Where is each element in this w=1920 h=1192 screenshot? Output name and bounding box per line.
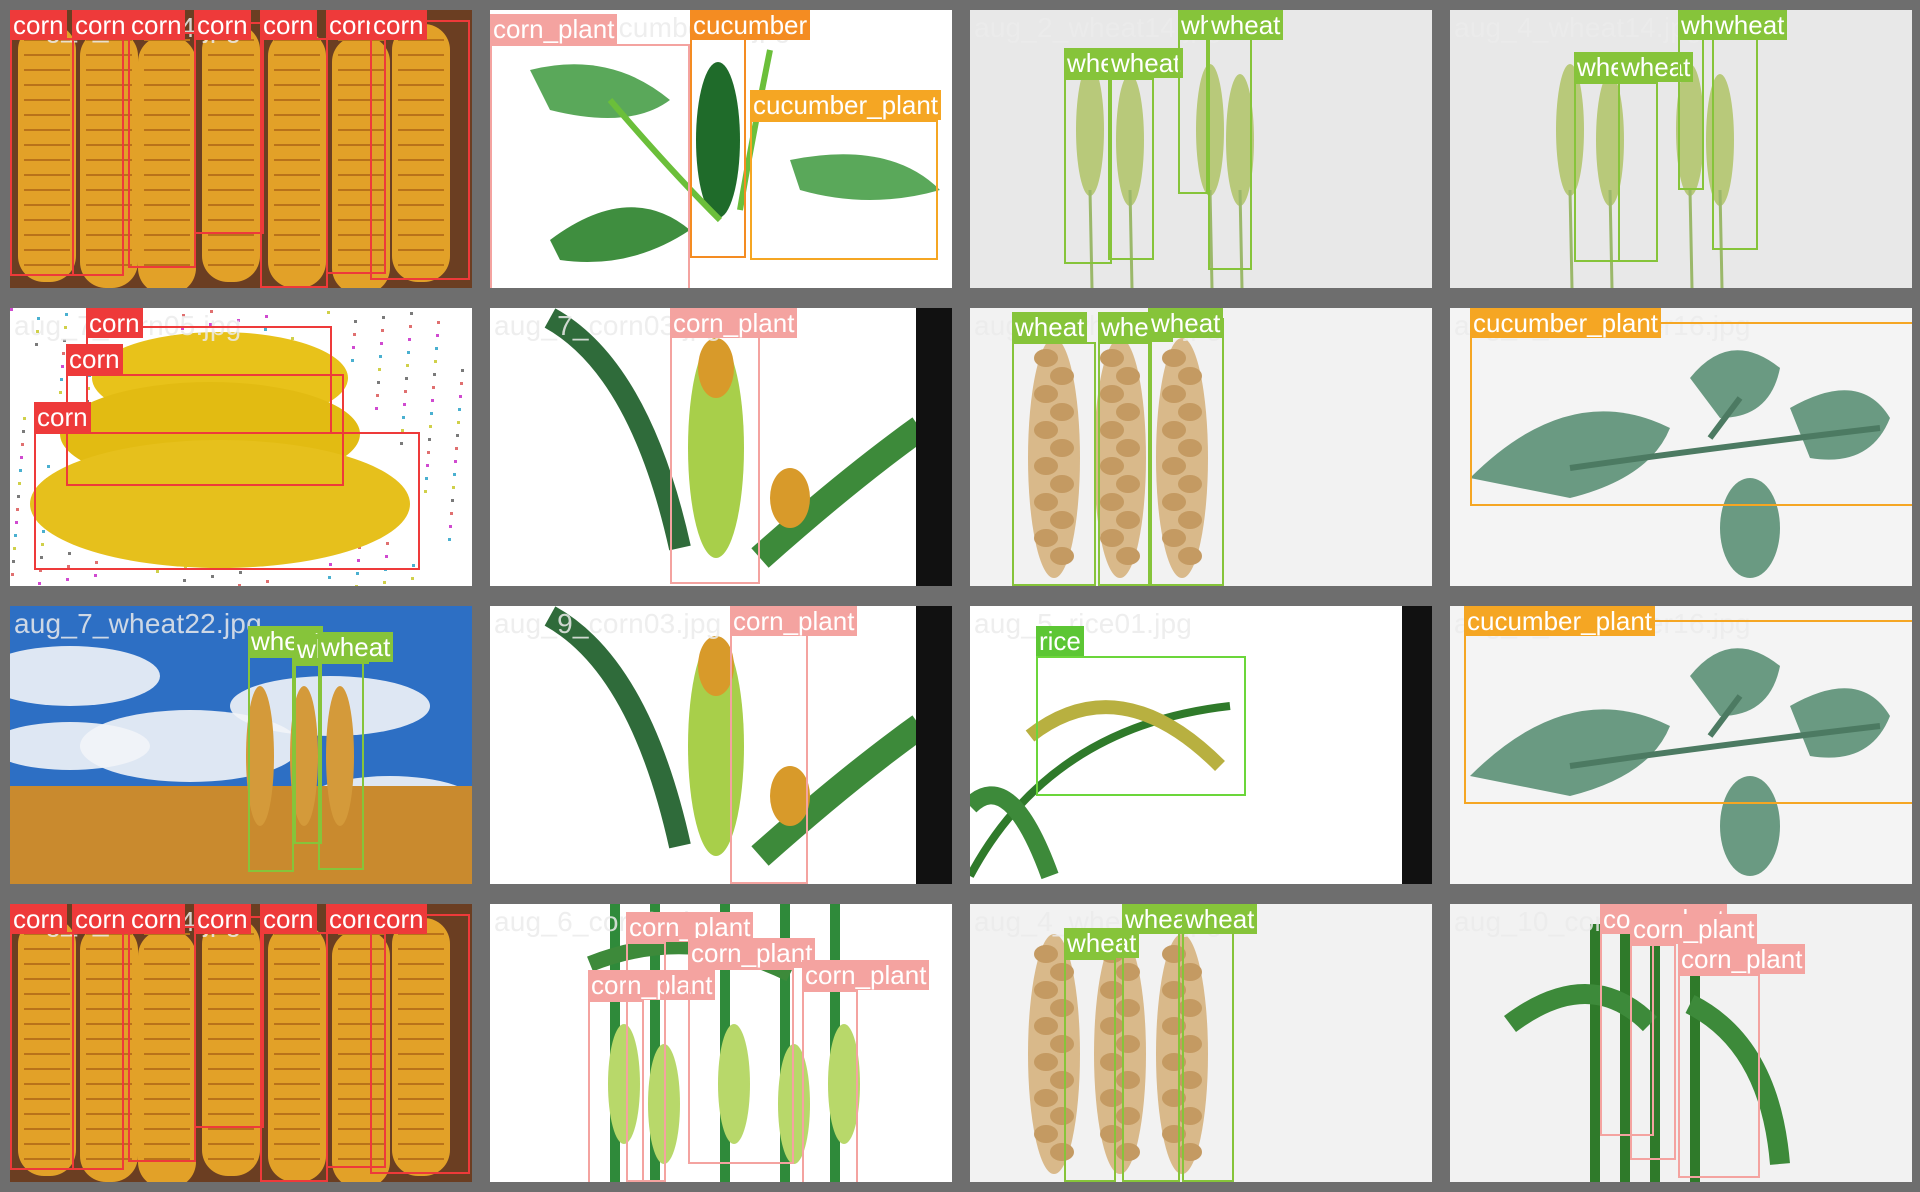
- detection-label: corn: [72, 10, 129, 40]
- detection-label: corn: [128, 10, 185, 40]
- mosaic-tile: aug_9_cucumber03.jpg corn_plant cucumber cu…: [490, 10, 952, 288]
- mosaic-tile: aug_10_corn01.jpgcorn_plantcorn_plantcor…: [1450, 904, 1912, 1182]
- detection-label: corn: [128, 904, 185, 934]
- detection-box: [1464, 620, 1912, 804]
- detection-box: [1012, 342, 1096, 586]
- detection-box: [1108, 78, 1154, 260]
- detection-label: corn_plant: [1630, 914, 1758, 944]
- mosaic-tile: aug_2_cucumber16.jpgcucumber_plant: [1450, 308, 1912, 586]
- detection-box: [1630, 944, 1676, 1160]
- detection-label: wheat: [1208, 10, 1284, 40]
- mosaic-tile: aug_7_wheat22.jpgwheatwheatwheat: [10, 606, 472, 884]
- detection-box: [318, 662, 364, 870]
- detection-box: [1036, 656, 1246, 796]
- detection-label: corn: [10, 10, 67, 40]
- detection-box: [194, 916, 264, 1128]
- detection-box: [370, 914, 470, 1174]
- mosaic-tile: aug_4_wheat15.jpg wheat wheat wheat: [970, 904, 1432, 1182]
- mosaic-tile: aug_6_corn24.jpgcorncorncorncorncorncorn…: [10, 10, 472, 288]
- mosaic-tile: aug_8_wheat15.jpgwheatwheatwheat: [970, 308, 1432, 586]
- detection-label: corn: [194, 904, 251, 934]
- detection-label: wheat: [1012, 312, 1088, 342]
- detection-label: cucumber: [690, 10, 811, 40]
- detection-box: [1064, 78, 1112, 264]
- tile-filename: aug_7_wheat22.jpg: [14, 608, 262, 639]
- detection-box: [490, 44, 690, 288]
- detection-box: [1098, 342, 1152, 586]
- detection-label: corn_plant: [730, 606, 858, 636]
- detection-box: [690, 38, 746, 258]
- detection-box: [72, 932, 124, 1170]
- detection-label: wheat: [318, 632, 394, 662]
- detection-box: [1148, 318, 1224, 586]
- detection-box: [1064, 958, 1116, 1182]
- detection-box: [750, 120, 938, 260]
- detection-label: corn: [370, 904, 427, 934]
- detection-label: corn_plant: [688, 938, 816, 968]
- detection-box: [128, 32, 196, 268]
- detection-box: [194, 22, 264, 234]
- detection-box: [34, 432, 420, 570]
- detection-label: corn: [260, 10, 317, 40]
- detection-box: [10, 38, 74, 276]
- mosaic-tile: aug_2_corn24.jpgcorncorncorncorncorncorn…: [10, 904, 472, 1182]
- detection-box: [128, 926, 196, 1162]
- detection-label: cucumber_plant: [750, 90, 941, 120]
- detection-box: [1182, 928, 1234, 1182]
- mosaic-tile: aug_4_wheat14.jpgwheatwheatwheatwheat: [1450, 10, 1912, 288]
- detection-box: [688, 968, 794, 1164]
- tile-image: [490, 606, 952, 884]
- detection-box: [1208, 30, 1252, 270]
- detection-box: [1122, 928, 1180, 1182]
- detection-label: corn: [86, 308, 143, 338]
- detection-label: corn_plant: [1678, 944, 1806, 974]
- detection-label: corn: [34, 402, 91, 432]
- detection-label: corn: [66, 344, 123, 374]
- detection-box: [626, 942, 666, 1182]
- detection-label: corn: [10, 904, 67, 934]
- tile-filename: aug_4_wheat14.jpg: [1454, 12, 1702, 43]
- detection-box: [370, 20, 470, 280]
- detection-box: [72, 38, 124, 276]
- detection-label: wheat: [1148, 308, 1224, 338]
- detection-box: [1678, 30, 1704, 190]
- detection-label: wheat: [1182, 904, 1258, 934]
- detection-label: corn_plant: [490, 14, 618, 44]
- tile-filename: aug_9_corn03.jpg: [494, 608, 722, 639]
- mosaic-tile: aug_7_corn03.jpg corn_plant: [490, 308, 952, 586]
- detection-label: corn: [260, 904, 317, 934]
- detection-box: [802, 990, 858, 1182]
- detection-label: rice: [1036, 626, 1084, 656]
- mosaic-tile: aug_7_corn05.jpgcorncorncorn: [10, 308, 472, 586]
- detection-box: [248, 656, 294, 872]
- detection-box: [260, 932, 328, 1182]
- detection-label: corn_plant: [802, 960, 930, 990]
- detection-box: [10, 932, 74, 1170]
- detection-label: cucumber_plant: [1464, 606, 1655, 636]
- detection-box: [1178, 30, 1208, 194]
- detection-label: corn: [370, 10, 427, 40]
- detection-box: [1712, 30, 1758, 250]
- detection-box: [670, 328, 760, 584]
- detection-label: wheat: [1712, 10, 1788, 40]
- detection-box: [1470, 322, 1912, 506]
- detection-label: corn: [194, 10, 251, 40]
- detection-label: wheat: [1108, 48, 1184, 78]
- mosaic-grid: aug_6_corn24.jpgcorncorncorncorncorncorn…: [0, 0, 1920, 1192]
- mosaic-tile: aug_9_cucumber16.jpgcucumber_plant: [1450, 606, 1912, 884]
- detection-label: corn_plant: [670, 308, 798, 338]
- mosaic-tile: aug_2_wheat14.jpgwheatwheatwheatwheat: [970, 10, 1432, 288]
- detection-box: [1574, 82, 1620, 262]
- tile-image: [10, 606, 472, 884]
- mosaic-tile: aug_9_corn03.jpg corn_plant: [490, 606, 952, 884]
- mosaic-tile: aug_5_rice01.jpg rice: [970, 606, 1432, 884]
- detection-box: [1618, 82, 1658, 262]
- detection-box: [1678, 974, 1760, 1178]
- mosaic-tile: aug_6_corn01.jpg corn_plant corn_plant corn…: [490, 904, 952, 1182]
- detection-label: cucumber_plant: [1470, 308, 1661, 338]
- detection-label: corn: [72, 904, 129, 934]
- detection-box: [730, 624, 808, 884]
- detection-box: [260, 38, 328, 288]
